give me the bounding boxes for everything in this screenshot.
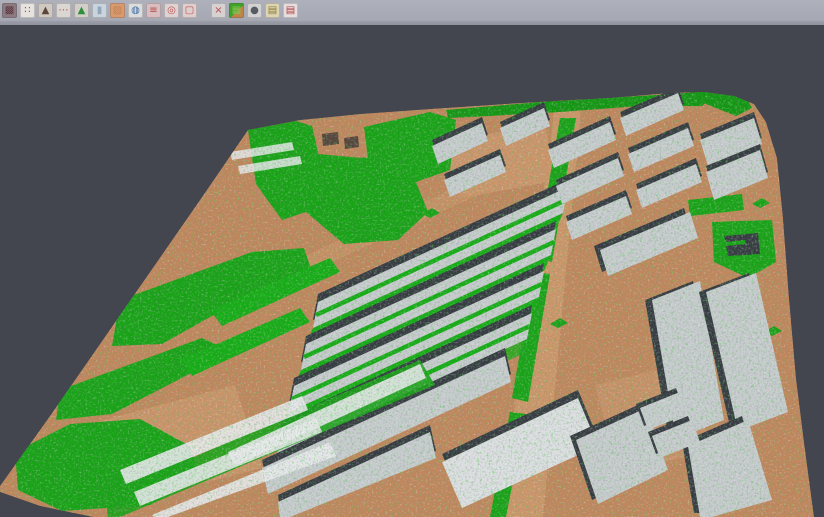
pointcloud-speckle-dark — [0, 0, 824, 517]
viewport-3d[interactable] — [0, 25, 824, 517]
app-window: { "toolbar": { "items": [ {"name":"mosai… — [0, 0, 824, 517]
terrain-model — [0, 0, 824, 517]
